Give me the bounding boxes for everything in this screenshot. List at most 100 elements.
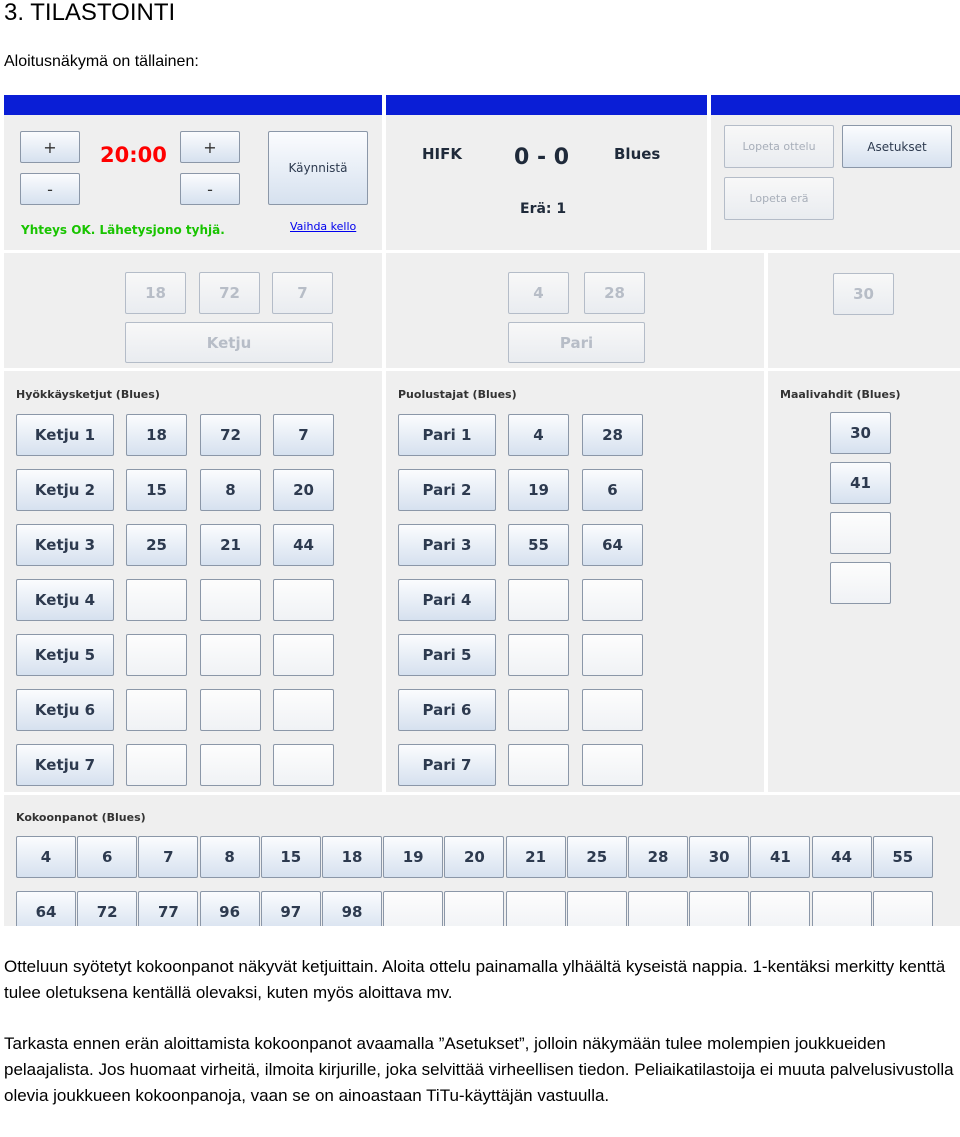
roster-player-button[interactable]: 55 <box>872 836 933 878</box>
roster-player-button[interactable] <box>872 891 933 926</box>
roster-player-button[interactable] <box>750 891 811 926</box>
forward-player-button[interactable]: 72 <box>200 414 261 456</box>
clock-minus-minutes-button[interactable]: - <box>20 173 80 205</box>
settings-button[interactable]: Asetukset <box>842 125 952 168</box>
forward-player-button[interactable] <box>200 579 261 621</box>
roster-player-button[interactable]: 21 <box>505 836 566 878</box>
clock-minus-seconds-button[interactable]: - <box>180 173 240 205</box>
roster-player-button[interactable]: 44 <box>811 836 872 878</box>
roster-player-button[interactable]: 28 <box>628 836 688 878</box>
forward-player-button[interactable] <box>273 744 334 786</box>
defense-pair-button[interactable]: Pari 7 <box>398 744 496 786</box>
defense-player-button[interactable] <box>582 744 643 786</box>
forward-player-button[interactable]: 15 <box>126 469 187 511</box>
roster-player-button[interactable]: 72 <box>77 891 138 926</box>
roster-player-button[interactable]: 18 <box>322 836 382 878</box>
end-period-button[interactable]: Lopeta erä <box>724 177 834 220</box>
roster-player-button[interactable]: 41 <box>750 836 811 878</box>
forward-player-button[interactable] <box>273 579 334 621</box>
defense-pair-button[interactable]: Pari 2 <box>398 469 496 511</box>
roster-player-button[interactable]: 77 <box>138 891 199 926</box>
defense-player-button[interactable]: 55 <box>508 524 569 566</box>
forward-player-button[interactable] <box>200 634 261 676</box>
defense-pair-button[interactable]: Pari 3 <box>398 524 496 566</box>
roster-player-button[interactable]: 15 <box>260 836 321 878</box>
clock-plus-minutes-button[interactable]: + <box>20 131 80 163</box>
roster-player-button[interactable] <box>566 891 627 926</box>
clock-plus-seconds-button[interactable]: + <box>180 131 240 163</box>
roster-player-button[interactable]: 7 <box>138 836 199 878</box>
defense-player-button[interactable] <box>582 579 643 621</box>
defense-player-button[interactable] <box>508 579 569 621</box>
defense-pair-button[interactable]: Pari 4 <box>398 579 496 621</box>
forward-line-button[interactable]: Ketju 5 <box>16 634 114 676</box>
roster-player-button[interactable] <box>689 891 750 926</box>
roster-player-button[interactable] <box>444 891 505 926</box>
forward-player-button[interactable]: 20 <box>273 469 334 511</box>
forward-line-button[interactable]: Ketju 2 <box>16 469 114 511</box>
forward-player-button[interactable]: 18 <box>126 414 187 456</box>
roster-player-button[interactable]: 20 <box>444 836 505 878</box>
current-line-player-button[interactable]: 7 <box>272 272 333 314</box>
defense-player-button[interactable]: 6 <box>582 469 643 511</box>
roster-player-button[interactable]: 64 <box>16 891 76 926</box>
forward-line-button[interactable]: Ketju 1 <box>16 414 114 456</box>
roster-player-button[interactable] <box>628 891 688 926</box>
roster-player-button[interactable] <box>505 891 566 926</box>
forward-player-button[interactable]: 21 <box>200 524 261 566</box>
forward-player-button[interactable]: 8 <box>200 469 261 511</box>
start-clock-button[interactable]: Käynnistä <box>268 131 368 205</box>
roster-player-button[interactable]: 8 <box>199 836 260 878</box>
current-line-player-button[interactable]: 72 <box>199 272 260 314</box>
end-match-button[interactable]: Lopeta ottelu <box>724 125 834 168</box>
roster-player-button[interactable]: 19 <box>383 836 444 878</box>
forward-player-button[interactable]: 25 <box>126 524 187 566</box>
forward-player-button[interactable]: 44 <box>273 524 334 566</box>
roster-player-button[interactable] <box>811 891 872 926</box>
forward-player-button[interactable] <box>126 634 187 676</box>
defense-player-button[interactable] <box>508 744 569 786</box>
defense-pair-button[interactable]: Pari 1 <box>398 414 496 456</box>
forward-line-button[interactable]: Ketju 4 <box>16 579 114 621</box>
defense-player-button[interactable]: 64 <box>582 524 643 566</box>
forward-player-button[interactable] <box>273 634 334 676</box>
forward-line-button[interactable]: Ketju 6 <box>16 689 114 731</box>
forward-player-button[interactable] <box>126 744 187 786</box>
roster-player-button[interactable]: 4 <box>16 836 76 878</box>
defense-pair-button[interactable]: Pari 6 <box>398 689 496 731</box>
forward-line-button[interactable]: Ketju 7 <box>16 744 114 786</box>
defense-player-button[interactable]: 19 <box>508 469 569 511</box>
forward-player-button[interactable] <box>273 689 334 731</box>
goalie-button[interactable] <box>830 512 891 554</box>
defense-player-button[interactable] <box>508 634 569 676</box>
roster-player-button[interactable]: 6 <box>77 836 138 878</box>
forward-player-button[interactable] <box>126 689 187 731</box>
defense-player-button[interactable]: 28 <box>582 414 643 456</box>
roster-player-button[interactable] <box>383 891 444 926</box>
current-line-label-button[interactable]: Ketju <box>125 322 333 363</box>
forward-player-button[interactable] <box>200 744 261 786</box>
defense-player-button[interactable] <box>508 689 569 731</box>
defense-player-button[interactable]: 4 <box>508 414 569 456</box>
roster-player-button[interactable]: 96 <box>199 891 260 926</box>
current-pair-player-button[interactable]: 4 <box>508 272 569 314</box>
current-pair-player-button[interactable]: 28 <box>584 272 645 314</box>
forward-player-button[interactable] <box>126 579 187 621</box>
defense-player-button[interactable] <box>582 689 643 731</box>
forward-player-button[interactable]: 7 <box>273 414 334 456</box>
goalie-button[interactable] <box>830 562 891 604</box>
current-line-player-button[interactable]: 18 <box>125 272 186 314</box>
forward-player-button[interactable] <box>200 689 261 731</box>
change-clock-link[interactable]: Vaihda kello <box>290 220 356 233</box>
roster-player-button[interactable]: 98 <box>322 891 382 926</box>
defense-player-button[interactable] <box>582 634 643 676</box>
goalie-button[interactable]: 30 <box>830 412 891 454</box>
current-pair-label-button[interactable]: Pari <box>508 322 645 363</box>
roster-player-button[interactable]: 25 <box>566 836 627 878</box>
forward-line-button[interactable]: Ketju 3 <box>16 524 114 566</box>
current-goalie-button[interactable]: 30 <box>833 273 894 315</box>
goalie-button[interactable]: 41 <box>830 462 891 504</box>
defense-pair-button[interactable]: Pari 5 <box>398 634 496 676</box>
roster-player-button[interactable]: 97 <box>260 891 321 926</box>
roster-player-button[interactable]: 30 <box>689 836 750 878</box>
